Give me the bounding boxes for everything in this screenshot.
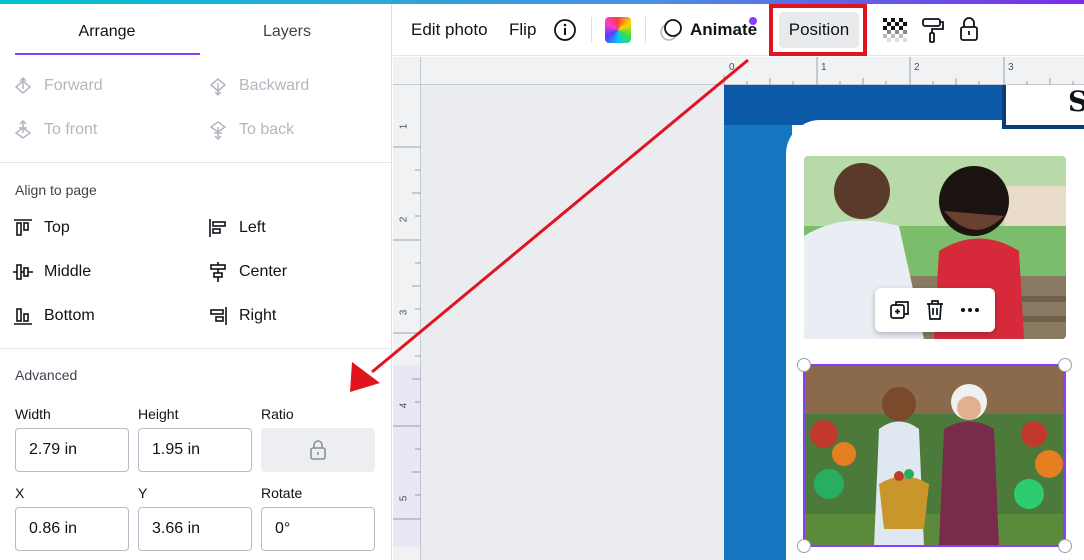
- align-top-label: Top: [44, 219, 70, 236]
- animate-icon[interactable]: [659, 18, 685, 47]
- align-center-button[interactable]: Center: [207, 258, 287, 286]
- forward-button[interactable]: Forward: [12, 72, 103, 100]
- resize-handle-bottom-right[interactable]: [1058, 539, 1072, 553]
- info-icon[interactable]: [553, 18, 577, 47]
- forward-label: Forward: [44, 77, 103, 94]
- align-left-icon: [209, 219, 226, 237]
- new-badge-dot: [749, 17, 757, 25]
- trash-icon[interactable]: [924, 299, 946, 321]
- align-right-button[interactable]: Right: [207, 302, 276, 330]
- tab-layers[interactable]: Layers: [197, 4, 377, 56]
- transparency-icon[interactable]: [883, 18, 907, 47]
- vertical-ruler: 1 2 3 4 5: [393, 85, 421, 560]
- ruler-corner: [393, 57, 421, 85]
- panel-tabs: Arrange Layers: [0, 4, 391, 56]
- top-toolbar: Edit photo Flip Animate Position: [393, 4, 1084, 56]
- flip-button[interactable]: Flip: [509, 4, 536, 56]
- align-top-icon: [14, 219, 32, 236]
- advanced-section-title: Advanced: [15, 367, 78, 383]
- align-middle-icon: [13, 264, 33, 280]
- more-icon[interactable]: [959, 299, 981, 321]
- ruler-label: 1: [398, 123, 410, 130]
- ruler-label: 3: [1008, 62, 1014, 73]
- align-middle-button[interactable]: Middle: [12, 258, 91, 286]
- x-label: X: [15, 485, 25, 501]
- ruler-label: 5: [398, 495, 410, 502]
- tab-arrange[interactable]: Arrange: [17, 4, 197, 56]
- edit-photo-button[interactable]: Edit photo: [411, 4, 488, 56]
- rotate-label: Rotate: [261, 485, 303, 501]
- blue-side-band: [724, 85, 792, 560]
- photo-market-shopping[interactable]: [804, 364, 1066, 547]
- to-back-icon: [209, 121, 227, 141]
- align-bottom-label: Bottom: [44, 307, 95, 324]
- to-back-button[interactable]: To back: [207, 116, 294, 144]
- resize-handle-top-left[interactable]: [797, 358, 811, 372]
- resize-handle-bottom-left[interactable]: [797, 539, 811, 553]
- paint-roller-icon[interactable]: [921, 17, 945, 48]
- title-box[interactable]: S: [1002, 85, 1084, 129]
- align-left-label: Left: [239, 219, 266, 236]
- y-label: Y: [138, 485, 148, 501]
- divider: [0, 162, 392, 163]
- to-back-label: To back: [239, 121, 295, 138]
- align-section-title: Align to page: [15, 182, 97, 198]
- ruler-label: 2: [398, 216, 410, 223]
- color-swatch-icon[interactable]: [605, 17, 631, 43]
- y-field[interactable]: 3.66 in: [138, 507, 252, 551]
- align-center-icon: [210, 262, 226, 282]
- align-left-button[interactable]: Left: [207, 214, 266, 242]
- animate-button[interactable]: Animate: [690, 4, 757, 56]
- align-middle-label: Middle: [44, 263, 92, 280]
- lock-icon: [310, 440, 326, 460]
- title-text: S: [1068, 85, 1084, 118]
- design-canvas-area: 0 1 2 3 1 2 3 4 5 S: [393, 57, 1084, 560]
- width-label: Width: [15, 406, 51, 422]
- to-front-label: To front: [44, 121, 98, 138]
- horizontal-ruler: 0 1 2 3: [421, 57, 1084, 85]
- to-front-button[interactable]: To front: [12, 116, 97, 144]
- backward-button[interactable]: Backward: [207, 72, 309, 100]
- divider: [0, 348, 392, 349]
- lock-icon[interactable]: [958, 16, 980, 47]
- ruler-label: 3: [398, 309, 410, 316]
- align-bottom-button[interactable]: Bottom: [12, 302, 95, 330]
- element-context-toolbar: [875, 288, 995, 332]
- forward-icon: [14, 76, 32, 94]
- align-right-label: Right: [239, 307, 277, 324]
- ruler-label: 2: [914, 62, 920, 73]
- align-top-button[interactable]: Top: [12, 214, 70, 242]
- resize-handle-top-right[interactable]: [1058, 358, 1072, 372]
- position-panel: Arrange Layers Forward Backward To front…: [0, 4, 392, 560]
- width-field[interactable]: 2.79 in: [15, 428, 129, 472]
- backward-label: Backward: [239, 77, 310, 94]
- duplicate-icon[interactable]: [889, 299, 911, 321]
- ruler-label: 4: [398, 402, 410, 409]
- x-field[interactable]: 0.86 in: [15, 507, 129, 551]
- toolbar-separator: [591, 17, 592, 43]
- align-right-icon: [210, 307, 227, 325]
- active-tab-indicator: [15, 53, 200, 55]
- rotate-field[interactable]: 0°: [261, 507, 375, 551]
- to-front-icon: [14, 119, 32, 139]
- ruler-label: 1: [821, 62, 827, 73]
- ratio-lock-button[interactable]: [261, 428, 375, 472]
- backward-icon: [209, 78, 227, 97]
- ratio-label: Ratio: [261, 406, 294, 422]
- toolbar-separator: [645, 17, 646, 43]
- position-button[interactable]: Position: [779, 12, 859, 48]
- height-label: Height: [138, 406, 179, 422]
- ruler-label: 0: [729, 62, 735, 73]
- height-field[interactable]: 1.95 in: [138, 428, 252, 472]
- align-bottom-icon: [14, 308, 32, 325]
- align-center-label: Center: [239, 263, 288, 280]
